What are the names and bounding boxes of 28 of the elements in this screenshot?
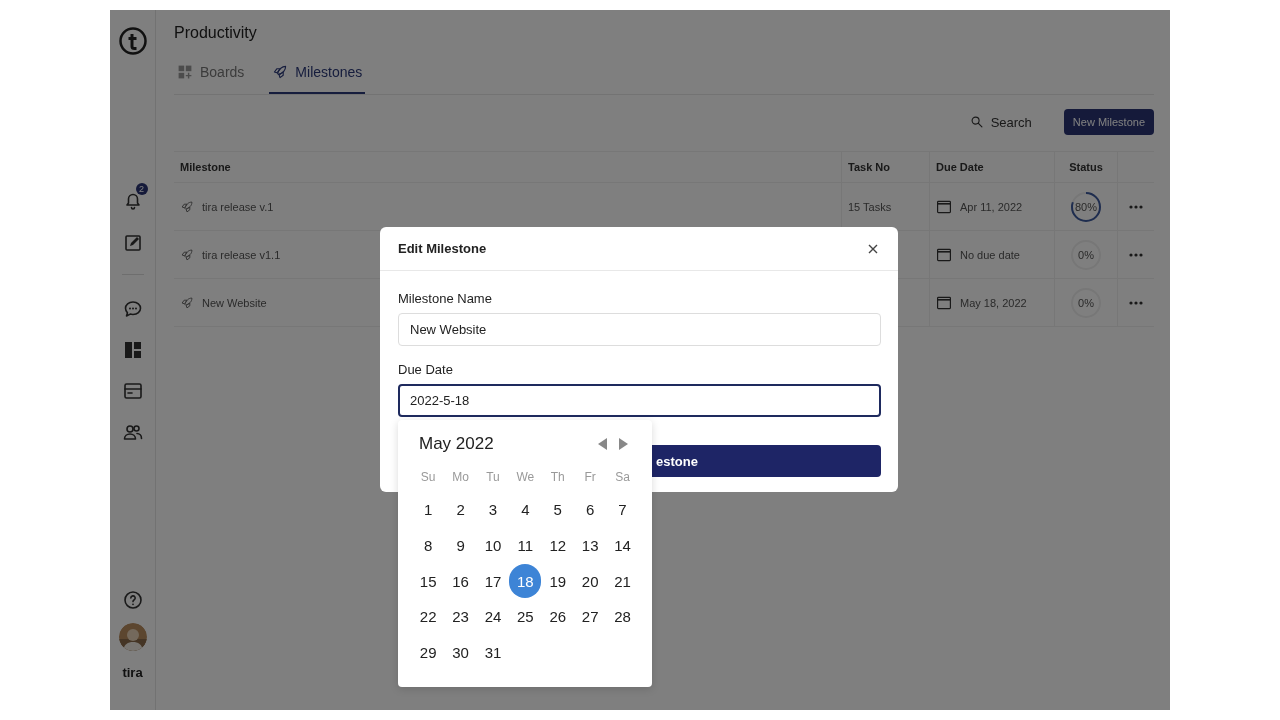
column-header: Task No bbox=[841, 152, 929, 182]
user-name: tira bbox=[122, 665, 143, 680]
weekday-label: Su bbox=[419, 469, 437, 486]
month-title: May 2022 bbox=[419, 434, 494, 454]
milestone-name: tira release v.1 bbox=[202, 200, 274, 213]
dialog-title: Edit Milestone bbox=[398, 241, 487, 256]
column-header: Status bbox=[1054, 152, 1117, 182]
field-label: Due Date bbox=[398, 362, 454, 377]
weekday-label: Fr bbox=[583, 469, 597, 486]
weekday-label: Tu bbox=[485, 469, 501, 486]
notification-badge: 2 bbox=[135, 183, 148, 195]
status-percent: 0% bbox=[1078, 248, 1094, 261]
due-date: Apr 11, 2022 bbox=[960, 200, 1023, 213]
status-percent: 80% bbox=[1075, 200, 1097, 213]
task-count: 15 Tasks bbox=[848, 200, 892, 213]
status-percent: 0% bbox=[1078, 296, 1094, 309]
weekday-label: Mo bbox=[451, 469, 470, 486]
milestone-name: tira release v1.1 bbox=[202, 248, 281, 261]
column-header: Due Date bbox=[929, 152, 1054, 182]
weekday-label: Sa bbox=[614, 469, 631, 486]
weekday-label: Th bbox=[549, 469, 566, 486]
due-date: May 18, 2022 bbox=[960, 296, 1027, 309]
field-label: Milestone Name bbox=[398, 291, 493, 306]
page-title: Productivity bbox=[174, 24, 258, 43]
weekday-label: We bbox=[515, 469, 536, 486]
due-date: No due date bbox=[960, 248, 1020, 261]
milestone-name: New Website bbox=[202, 296, 267, 309]
column-header: Milestone bbox=[179, 160, 232, 175]
